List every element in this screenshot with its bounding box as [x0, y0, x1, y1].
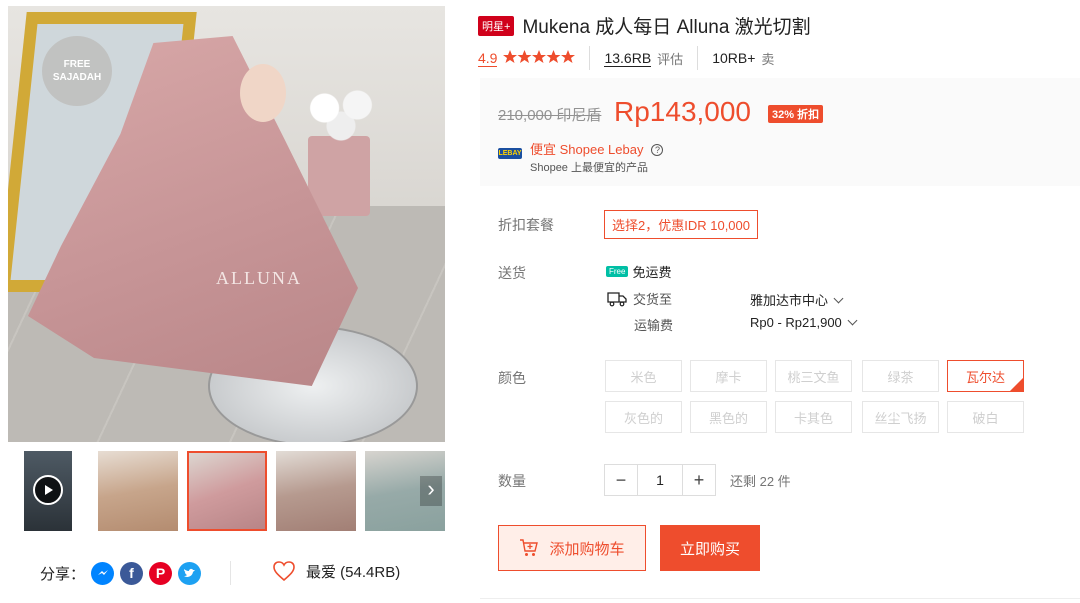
original-price: 210,000 印尼盾	[498, 107, 602, 124]
shipping-fee-dropdown[interactable]: Rp0 - Rp21,900	[750, 315, 858, 330]
thumbnail-3[interactable]	[276, 451, 356, 531]
shipping-fee-value: Rp0 - Rp21,900	[750, 315, 842, 330]
rating-value[interactable]: 4.9	[478, 50, 498, 67]
thumbnail-next-arrow[interactable]: ›	[420, 476, 442, 506]
color-option[interactable]: 黑色的	[690, 401, 767, 433]
quantity-label: 数量	[498, 473, 526, 489]
favorite-label: 最爱 (54.4RB)	[306, 563, 401, 581]
product-title-row: 明星+ Mukena 成人每日 Alluna 激光切割	[478, 12, 811, 39]
quantity-input[interactable]: 1	[637, 465, 683, 495]
free-sajadah-badge: FREE SAJADAH	[42, 36, 112, 106]
color-option[interactable]: 摩卡	[690, 360, 767, 392]
rating-row: 4.9 13.6RB 评估 10RB+ 卖	[478, 46, 774, 70]
color-option-label: 米色	[630, 369, 657, 385]
image-watermark: ALLUNA	[216, 268, 302, 288]
color-option-label: 丝尘飞扬	[874, 410, 927, 426]
free-shipping-label: 免运费	[632, 265, 672, 280]
rating-stars-icon	[503, 49, 576, 67]
shipping-fee-label: 运输费	[634, 318, 674, 333]
lebay-subtitle: Shopee 上最便宜的产品	[530, 162, 648, 174]
current-price: Rp143,000	[614, 96, 752, 127]
thumbnail-strip	[8, 451, 445, 531]
color-option[interactable]: 绿茶	[862, 360, 939, 392]
image-flowers	[300, 84, 382, 144]
color-option-label: 桃三文鱼	[787, 369, 840, 385]
share-divider	[230, 561, 231, 585]
combo-deal-button[interactable]: 选择2，优惠IDR 10,000	[604, 210, 758, 239]
lebay-logo-icon: LEBAY	[498, 148, 522, 159]
color-option-label: 黑色的	[708, 410, 748, 426]
color-option[interactable]: 破白	[947, 401, 1024, 433]
combo-label: 折扣套餐	[498, 217, 554, 233]
color-option-label: 卡其色	[793, 410, 833, 426]
color-option[interactable]: 卡其色	[775, 401, 852, 433]
sold-label: 卖	[761, 51, 775, 67]
color-option-label: 绿茶	[887, 369, 914, 385]
buy-now-label: 立即购买	[679, 540, 740, 558]
color-option[interactable]: 米色	[605, 360, 682, 392]
color-option-label: 摩卡	[715, 369, 742, 385]
sold-count: 10RB+	[712, 50, 756, 66]
chevron-down-icon	[847, 315, 858, 326]
rating-separator	[589, 46, 591, 70]
selected-check-icon	[1010, 378, 1023, 391]
color-option-selected[interactable]: 瓦尔达	[947, 360, 1024, 392]
color-option[interactable]: 桃三文鱼	[775, 360, 852, 392]
quantity-minus-button[interactable]: −	[605, 465, 637, 495]
share-row: 分享： f P	[40, 560, 202, 586]
bottom-divider	[480, 598, 1080, 599]
facebook-icon[interactable]: f	[120, 561, 144, 585]
free-shipping-icon: Free	[606, 266, 629, 277]
color-option-label: 瓦尔达	[965, 369, 1005, 385]
twitter-icon[interactable]	[178, 561, 202, 585]
buy-now-button[interactable]: 立即购买	[660, 525, 760, 571]
lebay-title[interactable]: 便宜 Shopee Lebay?	[530, 139, 664, 158]
pinterest-icon[interactable]: P	[149, 561, 173, 585]
deliver-location-value: 雅加达市中心	[750, 293, 829, 308]
color-option-label: 灰色的	[623, 410, 663, 426]
play-icon[interactable]	[33, 475, 63, 505]
help-icon[interactable]: ?	[651, 144, 664, 156]
product-main-image[interactable]: ALLUNA FREE SAJADAH	[8, 6, 445, 442]
product-page: ALLUNA FREE SAJADAH › 分享： f P 最爱 (54.4RB…	[0, 0, 1080, 603]
discount-badge: 32% 折扣	[768, 105, 824, 123]
image-pot	[308, 136, 370, 216]
thumbnail-2[interactable]	[187, 451, 267, 531]
quantity-plus-button[interactable]: +	[683, 465, 715, 495]
cart-icon	[520, 539, 539, 556]
color-label: 颜色	[498, 370, 526, 386]
stock-remaining: 还剩 22 件	[730, 474, 791, 489]
reviews-label: 评估	[657, 51, 684, 67]
lebay-title-text: 便宜 Shopee Lebay	[530, 142, 644, 157]
thumbnail-video[interactable]	[24, 451, 72, 531]
free-shipping-row: Free 免运费	[606, 262, 671, 281]
color-option[interactable]: 丝尘飞扬	[862, 401, 939, 433]
favorite-button[interactable]: 最爱 (54.4RB)	[272, 560, 400, 582]
heart-icon	[273, 561, 295, 582]
truck-icon	[607, 291, 627, 306]
sold-separator	[697, 46, 699, 70]
shipping-label: 送货	[498, 265, 526, 281]
share-label: 分享：	[40, 565, 86, 583]
chevron-down-icon	[833, 293, 844, 304]
free-badge-line2: SAJADAH	[52, 72, 102, 83]
star-plus-badge: 明星+	[478, 15, 515, 36]
deliver-to-row: 交货至	[607, 289, 672, 308]
messenger-icon[interactable]	[91, 561, 115, 585]
thumbnail-1[interactable]	[98, 451, 178, 531]
quantity-stepper: − 1 +	[604, 464, 716, 496]
product-title: Mukena 成人每日 Alluna 激光切割	[522, 17, 811, 38]
color-option-label: 破白	[972, 410, 999, 426]
color-option[interactable]: 灰色的	[605, 401, 682, 433]
image-face	[240, 64, 286, 122]
reviews-count[interactable]: 13.6RB	[604, 50, 652, 67]
deliver-location-dropdown[interactable]: 雅加达市中心	[750, 290, 844, 309]
add-to-cart-button[interactable]: 添加购物车	[498, 525, 646, 571]
free-badge-line1: FREE	[63, 59, 91, 70]
add-to-cart-label: 添加购物车	[549, 540, 625, 558]
price-box: 210,000 印尼盾 Rp143,000 32% 折扣 LEBAY 便宜 Sh…	[480, 78, 1080, 186]
deliver-to-label: 交货至	[633, 292, 673, 307]
